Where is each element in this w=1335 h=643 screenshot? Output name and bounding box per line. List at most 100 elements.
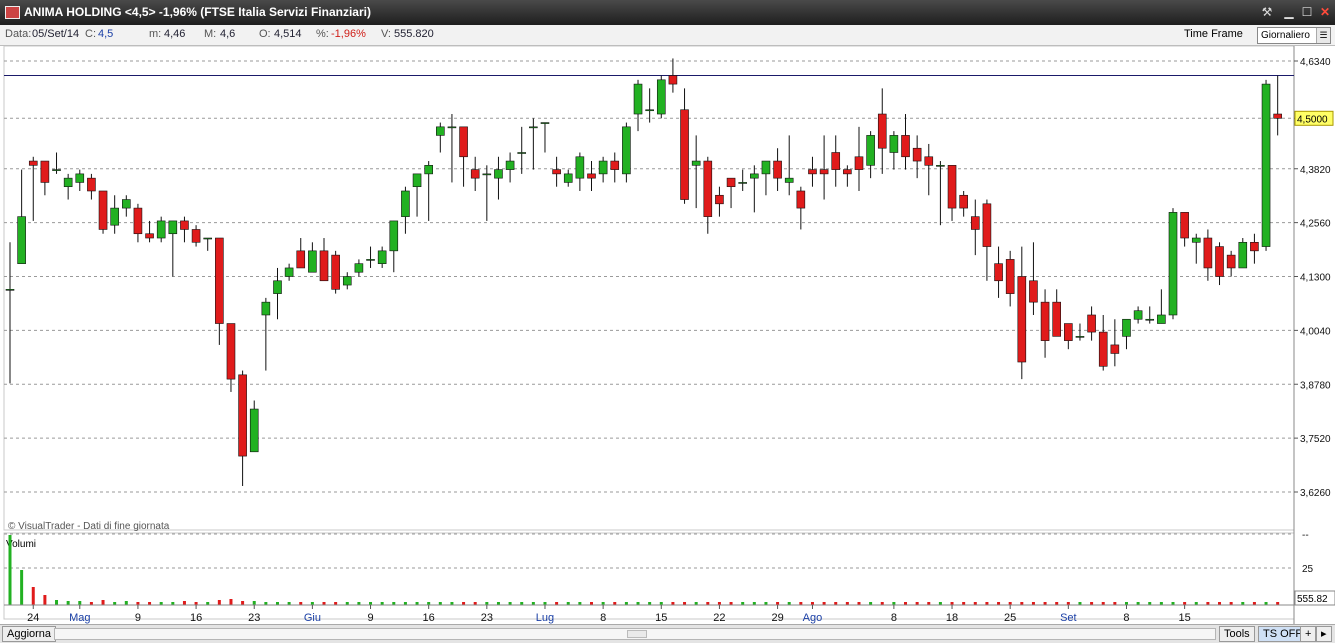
candle-body[interactable]	[238, 374, 247, 457]
candle-body[interactable]	[40, 160, 50, 183]
candle-body[interactable]	[738, 182, 747, 184]
maximize-icon[interactable]: ☐	[1298, 4, 1316, 20]
candle-body[interactable]	[924, 156, 934, 166]
candle-body[interactable]	[87, 177, 96, 192]
candle-body[interactable]	[633, 83, 643, 115]
candle-body[interactable]	[959, 194, 968, 209]
candle-body[interactable]	[319, 250, 329, 282]
candle-body[interactable]	[691, 160, 701, 166]
candle-body[interactable]	[1145, 318, 1155, 321]
candle-body[interactable]	[1226, 254, 1236, 269]
candle-body[interactable]	[168, 220, 178, 235]
candle-body[interactable]	[1122, 318, 1131, 337]
candle-body[interactable]	[1087, 314, 1096, 333]
candle-body[interactable]	[1168, 212, 1178, 316]
chevron-right-icon[interactable]: ▸	[1316, 626, 1332, 642]
candle-body[interactable]	[459, 126, 468, 158]
candle-body[interactable]	[249, 408, 259, 453]
candle-body[interactable]	[505, 160, 515, 170]
candle-body[interactable]	[575, 156, 585, 179]
candle-body[interactable]	[1180, 212, 1189, 239]
candle-body[interactable]	[1052, 301, 1061, 337]
candle-body[interactable]	[1191, 237, 1201, 243]
candle-body[interactable]	[401, 190, 410, 217]
candle-body[interactable]	[866, 135, 875, 166]
candle-body[interactable]	[726, 177, 736, 188]
candle-body[interactable]	[1017, 276, 1027, 363]
candle-body[interactable]	[1075, 336, 1085, 338]
candle-body[interactable]	[1238, 241, 1248, 269]
candle-body[interactable]	[261, 301, 271, 316]
dropdown-icon[interactable]: ☰	[1316, 28, 1330, 43]
candle-body[interactable]	[1273, 113, 1282, 119]
candle-body[interactable]	[563, 173, 573, 183]
tools-button[interactable]: Tools	[1219, 626, 1255, 642]
candle-body[interactable]	[761, 160, 771, 175]
candle-body[interactable]	[1064, 323, 1073, 341]
candle-body[interactable]	[994, 263, 1003, 282]
candle-body[interactable]	[796, 190, 806, 209]
candle-body[interactable]	[715, 194, 724, 205]
candle-body[interactable]	[226, 323, 236, 380]
candle-body[interactable]	[1110, 344, 1120, 354]
time-scrollbar[interactable]	[54, 628, 1216, 640]
candle-body[interactable]	[703, 160, 713, 217]
candle-body[interactable]	[843, 169, 852, 175]
candle-body[interactable]	[273, 280, 282, 294]
candle-body[interactable]	[284, 267, 294, 277]
candle-body[interactable]	[482, 173, 492, 176]
close-icon[interactable]: ✕	[1316, 4, 1334, 20]
candle-body[interactable]	[98, 190, 108, 230]
candle-body[interactable]	[645, 109, 654, 112]
candle-body[interactable]	[1215, 246, 1224, 277]
candle-body[interactable]	[366, 259, 375, 261]
candle-body[interactable]	[598, 160, 608, 175]
candle-body[interactable]	[436, 126, 445, 136]
candle-body[interactable]	[28, 160, 38, 166]
candle-body[interactable]	[180, 220, 189, 230]
candle-body[interactable]	[342, 276, 352, 286]
candle-body[interactable]	[587, 173, 596, 179]
candle-body[interactable]	[308, 250, 317, 273]
candle-body[interactable]	[1133, 310, 1143, 320]
candle-body[interactable]	[17, 216, 26, 264]
candle-body[interactable]	[133, 207, 143, 235]
candle-body[interactable]	[424, 165, 433, 175]
candle-body[interactable]	[156, 220, 166, 239]
candle-body[interactable]	[1250, 241, 1259, 252]
candle-body[interactable]	[656, 79, 666, 115]
candle-body[interactable]	[1261, 83, 1271, 247]
candle-body[interactable]	[831, 152, 841, 170]
candle-body[interactable]	[191, 229, 201, 243]
candle-body[interactable]	[901, 135, 910, 158]
candle-body[interactable]	[517, 152, 527, 154]
candle-body[interactable]	[63, 177, 73, 188]
candle-body[interactable]	[1203, 237, 1213, 269]
candle-body[interactable]	[889, 135, 899, 153]
add-button[interactable]: +	[1300, 626, 1317, 642]
candle-body[interactable]	[750, 173, 759, 179]
scrollbar-thumb[interactable]	[627, 630, 647, 638]
candle-body[interactable]	[1098, 331, 1108, 367]
candle-body[interactable]	[936, 165, 945, 167]
candle-body[interactable]	[970, 216, 980, 230]
candle-body[interactable]	[610, 160, 620, 170]
candle-body[interactable]	[331, 254, 340, 290]
candle-body[interactable]	[947, 165, 957, 209]
candle-body[interactable]	[354, 263, 364, 273]
candle-body[interactable]	[1029, 280, 1038, 303]
candle-body[interactable]	[215, 237, 224, 324]
price-chart[interactable]: 4,6340 4,5000 4,3820 4,2560 4,1300 4,0040 3,87…	[0, 46, 1335, 624]
candle-body[interactable]	[912, 147, 922, 162]
candle-body[interactable]	[494, 169, 503, 179]
candle-body[interactable]	[784, 177, 794, 183]
candle-body[interactable]	[5, 289, 15, 291]
candle-body[interactable]	[1005, 259, 1015, 294]
candle-body[interactable]	[145, 233, 154, 239]
candle-body[interactable]	[529, 126, 538, 129]
candle-body[interactable]	[75, 173, 85, 183]
candle-body[interactable]	[296, 250, 306, 269]
candle-body[interactable]	[540, 122, 550, 124]
candle-body[interactable]	[1157, 314, 1166, 324]
candle-body[interactable]	[110, 207, 119, 226]
